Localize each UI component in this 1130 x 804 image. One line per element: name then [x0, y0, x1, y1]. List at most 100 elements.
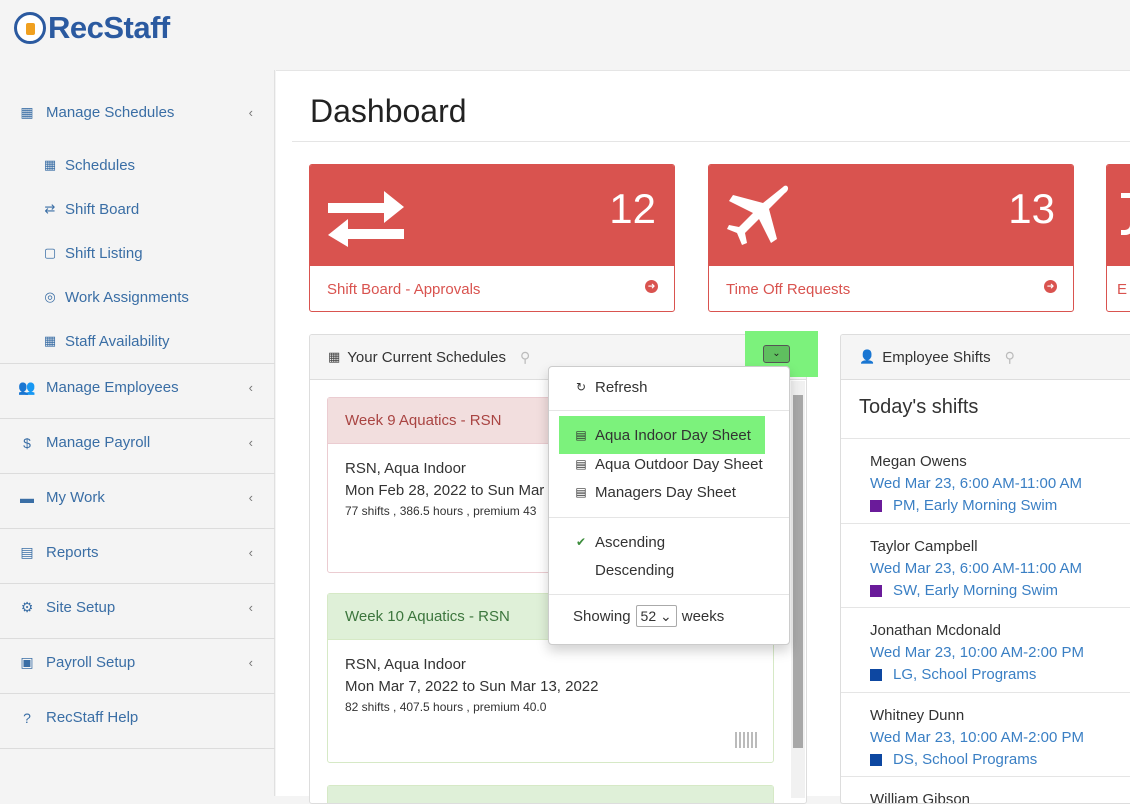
- sidebar-item-label: Reports: [46, 544, 99, 561]
- shift-employee-name: Megan Owens: [870, 453, 967, 470]
- shift-position[interactable]: LG, School Programs: [893, 664, 1036, 686]
- calendar-icon: ▦: [43, 157, 57, 172]
- sidebar-item-label: RecStaff Help: [46, 709, 139, 726]
- app-logo[interactable]: RecStaff: [14, 10, 170, 46]
- exchange-icon: [328, 191, 404, 247]
- refresh-icon: ↻: [575, 380, 587, 394]
- sidebar-item-manage-schedules[interactable]: ▦ Manage Schedules ‹: [0, 85, 275, 140]
- dollar-icon: $: [23, 434, 31, 451]
- stat-card-shift-board-approvals[interactable]: 12 Shift Board - Approvals ➜: [309, 164, 675, 312]
- list-alt-icon: ▤: [575, 457, 587, 471]
- sidebar-item-label: My Work: [46, 489, 105, 506]
- chevron-left-icon: ‹: [248, 490, 253, 505]
- menu-item-refresh[interactable]: ↻ Refresh: [549, 374, 789, 400]
- stat-label: E: [1117, 280, 1128, 298]
- user-icon: 👤: [859, 349, 876, 364]
- divider: [0, 748, 275, 749]
- page-title: Dashboard: [310, 93, 467, 129]
- shift-item[interactable]: Whitney Dunn Wed Mar 23, 10:00 AM-2:00 P…: [841, 692, 1130, 777]
- divider: [292, 141, 1130, 142]
- sidebar-item-label: Site Setup: [46, 599, 116, 616]
- calendar-icon: ▦: [328, 349, 341, 364]
- menu-item-ascending[interactable]: ✔ Ascending: [549, 529, 789, 555]
- chevron-left-icon: ‹: [248, 435, 253, 450]
- sidebar-item-my-work[interactable]: ▬ My Work ‹: [0, 470, 275, 525]
- menu-item-aqua-outdoor-day-sheet[interactable]: ▤ Aqua Outdoor Day Sheet: [549, 451, 789, 477]
- stat-card-time-off-requests[interactable]: 13 Time Off Requests ➜: [708, 164, 1074, 312]
- sidebar-subitem-shift-board[interactable]: ⇄ Shift Board: [42, 197, 140, 221]
- shift-employee-name: William Gibson: [870, 791, 971, 804]
- schedules-options-menu: ↻ Refresh ▤ Aqua Indoor Day Sheet ▤ Aqua…: [548, 366, 790, 645]
- shift-position[interactable]: PM, Early Morning Swim: [893, 495, 1057, 517]
- calendar-icon: ▦: [20, 104, 34, 120]
- showing-label: Showing: [573, 607, 631, 625]
- menu-item-managers-day-sheet[interactable]: ▤ Managers Day Sheet: [549, 479, 789, 505]
- sidebar-item-recstaff-help[interactable]: ? RecStaff Help: [0, 690, 275, 745]
- logo-icon: [14, 12, 46, 44]
- stat-label: Time Off Requests: [726, 280, 851, 298]
- shift-item[interactable]: Megan Owens Wed Mar 23, 6:00 AM-11:00 AM…: [841, 438, 1130, 523]
- chevron-left-icon: ‹: [248, 105, 253, 120]
- sidebar-subitem-label: Shift Board: [65, 200, 140, 218]
- sidebar-subitem-shift-listing[interactable]: ▢ Shift Listing: [42, 241, 143, 265]
- briefcase-icon: ▬: [20, 489, 34, 506]
- shift-time[interactable]: Wed Mar 23, 6:00 AM-11:00 AM: [870, 473, 1130, 495]
- shift-item[interactable]: William Gibson: [841, 776, 1130, 804]
- stat-label: Shift Board - Approvals: [327, 280, 481, 298]
- sidebar-subitem-staff-availability[interactable]: ▦ Staff Availability: [42, 329, 170, 353]
- schedule-location: RSN, Aqua Indoor: [345, 656, 466, 673]
- shift-time[interactable]: Wed Mar 23, 10:00 AM-2:00 PM: [870, 727, 1130, 749]
- file-icon: ▤: [20, 544, 34, 560]
- position-color-swatch: [870, 500, 882, 512]
- shift-position[interactable]: SW, Early Morning Swim: [893, 580, 1058, 602]
- chevron-left-icon: ‹: [248, 600, 253, 615]
- stat-card-partial[interactable]: E: [1106, 164, 1130, 312]
- life-ring-icon: ◎: [44, 289, 56, 304]
- cogs-icon: ⚙: [20, 599, 34, 615]
- sidebar-item-payroll-setup[interactable]: ▣ Payroll Setup ‹: [0, 635, 275, 690]
- scrollbar[interactable]: [791, 381, 805, 798]
- stat-value: 13: [1008, 185, 1055, 232]
- position-color-swatch: [870, 754, 882, 766]
- today-shifts-heading: Today's shifts: [859, 396, 979, 418]
- users-icon: 👥: [18, 379, 36, 395]
- sidebar-item-label: Payroll Setup: [46, 654, 136, 671]
- menu-item-label: Ascending: [595, 533, 666, 551]
- divider: [549, 410, 789, 411]
- arrow-right-icon: ➜: [1044, 280, 1057, 293]
- list-alt-icon: ▤: [575, 428, 587, 442]
- search-icon[interactable]: ⚲: [1005, 349, 1015, 366]
- menu-item-aqua-indoor-day-sheet[interactable]: ▤ Aqua Indoor Day Sheet: [549, 422, 789, 448]
- card-icon: [1121, 193, 1130, 235]
- top-bar: RecStaff: [0, 0, 1130, 70]
- sidebar-subitem-label: Schedules: [65, 156, 136, 174]
- menu-item-descending[interactable]: Descending: [549, 557, 789, 583]
- sidebar-item-site-setup[interactable]: ⚙ Site Setup ‹: [0, 580, 275, 635]
- shift-time[interactable]: Wed Mar 23, 10:00 AM-2:00 PM: [870, 642, 1130, 664]
- weeks-label: weeks: [681, 607, 725, 625]
- question-icon: ?: [23, 709, 31, 726]
- list-alt-icon: ▤: [575, 485, 587, 499]
- sidebar-item-reports[interactable]: ▤ Reports ‹: [0, 525, 275, 580]
- plane-icon: [727, 185, 789, 245]
- schedule-card[interactable]: [327, 785, 774, 803]
- shift-employee-name: Jonathan Mcdonald: [870, 622, 1001, 639]
- shift-position[interactable]: DS, School Programs: [893, 749, 1037, 771]
- schedules-options-toggle[interactable]: ⌄: [763, 345, 790, 363]
- employee-shifts-panel: 👤 Employee Shifts ⚲ Today's shifts Megan…: [840, 334, 1130, 804]
- sidebar-subitem-label: Shift Listing: [65, 244, 143, 262]
- sidebar-item-manage-employees[interactable]: 👥 Manage Employees ‹: [0, 360, 275, 415]
- divider: [549, 517, 789, 518]
- sidebar-subitem-schedules[interactable]: ▦ Schedules: [42, 153, 135, 177]
- schedule-dates: Mon Mar 7, 2022 to Sun Mar 13, 2022: [345, 678, 599, 695]
- menu-item-label: Aqua Indoor Day Sheet: [595, 426, 751, 444]
- sidebar-item-manage-payroll[interactable]: $ Manage Payroll ‹: [0, 415, 275, 470]
- shift-item[interactable]: Taylor Campbell Wed Mar 23, 6:00 AM-11:0…: [841, 523, 1130, 608]
- search-icon[interactable]: ⚲: [520, 349, 530, 366]
- weeks-select[interactable]: 52 ⌄: [635, 605, 677, 627]
- shift-item[interactable]: Jonathan Mcdonald Wed Mar 23, 10:00 AM-2…: [841, 607, 1130, 692]
- sidebar-subitem-work-assignments[interactable]: ◎ Work Assignments: [42, 285, 189, 309]
- shift-time[interactable]: Wed Mar 23, 6:00 AM-11:00 AM: [870, 558, 1130, 580]
- chevron-left-icon: ‹: [248, 380, 253, 395]
- scrollbar-thumb[interactable]: [793, 395, 803, 748]
